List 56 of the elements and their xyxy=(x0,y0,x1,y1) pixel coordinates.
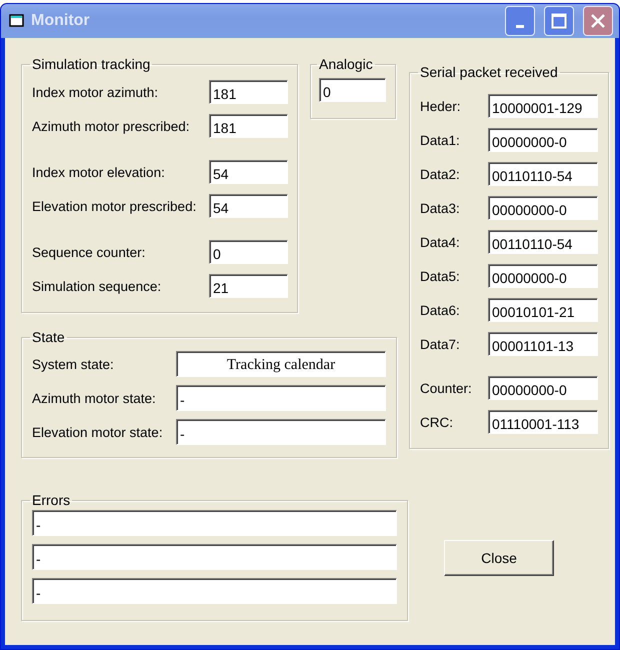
close-button[interactable]: Close xyxy=(444,540,554,576)
group-title: Serial packet received xyxy=(419,64,559,80)
field-label: Index motor elevation: xyxy=(32,164,166,180)
value-field[interactable]: 00001101-13 xyxy=(488,332,598,356)
window-title: Monitor xyxy=(31,12,91,30)
value-field[interactable]: 00000000-0 xyxy=(488,264,598,288)
field-label: Azimuth motor prescribed: xyxy=(32,118,191,134)
value-field[interactable]: 54 xyxy=(209,160,288,184)
minimize-button[interactable] xyxy=(505,6,535,36)
field-label: Data4: xyxy=(420,234,461,250)
field-label: Simulation sequence: xyxy=(32,278,162,294)
value-field[interactable]: 54 xyxy=(209,194,288,218)
field-label: Index motor azimuth: xyxy=(32,84,160,100)
field-label: Azimuth motor state: xyxy=(32,390,157,406)
value-field[interactable]: 0 xyxy=(319,78,386,102)
field-label: Elevation motor prescribed: xyxy=(32,198,198,214)
value-field[interactable]: 00010101-21 xyxy=(488,298,598,322)
field-label: Data7: xyxy=(420,336,461,352)
minimize-icon xyxy=(516,24,524,28)
value-field[interactable]: 00110110-54 xyxy=(488,162,598,186)
group-title: Simulation tracking xyxy=(31,56,152,72)
group-title: State xyxy=(31,329,66,345)
value-field[interactable]: 01110001-113 xyxy=(488,410,598,434)
field-label: Elevation motor state: xyxy=(32,424,164,440)
field-label: CRC: xyxy=(420,414,454,430)
maximize-icon xyxy=(551,13,567,29)
group-title: Analogic xyxy=(318,56,374,72)
value-field[interactable]: 00000000-0 xyxy=(488,196,598,220)
group-title: Errors xyxy=(31,492,72,508)
state-field[interactable]: Tracking calendar xyxy=(176,351,386,377)
error-field[interactable]: - xyxy=(32,578,397,604)
value-field[interactable]: 00000000-0 xyxy=(488,128,598,152)
field-label: Heder: xyxy=(420,98,462,114)
maximize-button[interactable] xyxy=(544,6,574,36)
value-field[interactable]: 00110110-54 xyxy=(488,230,598,254)
field-label: Data2: xyxy=(420,166,461,182)
field-label: Counter: xyxy=(420,380,473,396)
value-field[interactable]: 181 xyxy=(209,80,288,104)
field-label: Data5: xyxy=(420,268,461,284)
field-label: Data6: xyxy=(420,302,461,318)
field-label: Data3: xyxy=(420,200,461,216)
value-field[interactable]: 21 xyxy=(209,274,288,298)
field-label: Data1: xyxy=(420,132,461,148)
value-field[interactable]: 00000000-0 xyxy=(488,376,598,400)
close-icon xyxy=(590,13,606,29)
error-field[interactable]: - xyxy=(32,544,397,570)
value-field[interactable]: 0 xyxy=(209,240,288,264)
field-label: Sequence counter: xyxy=(32,244,146,260)
field-label: System state: xyxy=(32,356,115,372)
value-field[interactable]: 10000001-129 xyxy=(488,94,598,118)
window-icon xyxy=(9,14,25,28)
close-button[interactable] xyxy=(583,6,613,36)
state-field[interactable]: - xyxy=(176,385,386,411)
error-field[interactable]: - xyxy=(32,510,397,536)
state-field[interactable]: - xyxy=(176,419,386,445)
value-field[interactable]: 181 xyxy=(209,114,288,138)
